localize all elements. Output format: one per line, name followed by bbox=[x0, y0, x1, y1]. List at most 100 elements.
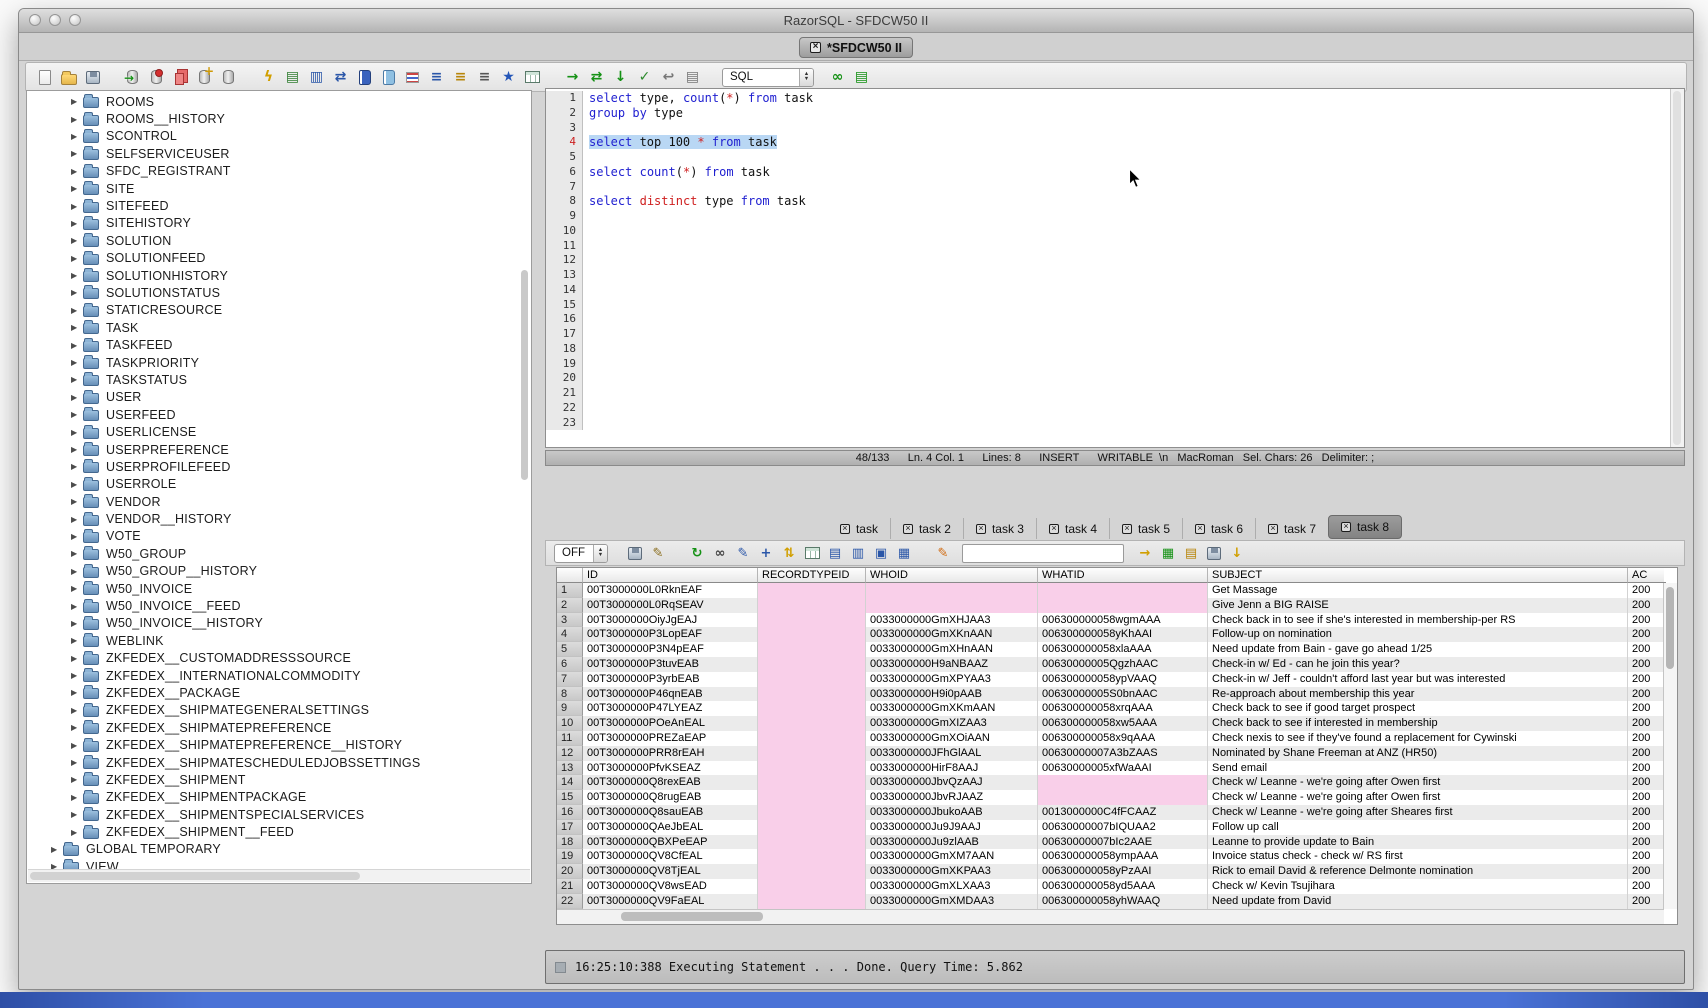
cell-ac[interactable]: 200 bbox=[1628, 642, 1666, 657]
editor-line[interactable]: 20 bbox=[546, 371, 1671, 386]
cell-recordtypeid[interactable] bbox=[758, 672, 866, 687]
cell-subject[interactable]: Check w/ Leanne - we're going after Owen… bbox=[1208, 790, 1628, 805]
cell-whatid[interactable] bbox=[1038, 775, 1208, 790]
cell-recordtypeid[interactable] bbox=[758, 627, 866, 642]
cell-recordtypeid[interactable] bbox=[758, 613, 866, 628]
cell-whoid[interactable]: 0033000000H9aNBAAZ bbox=[866, 657, 1038, 672]
tree-item[interactable]: ▶VOTE bbox=[27, 528, 519, 545]
cell-recordtypeid[interactable] bbox=[758, 687, 866, 702]
column-header-id[interactable]: ID bbox=[583, 568, 758, 583]
tree-item[interactable]: ▶SOLUTION bbox=[27, 232, 519, 249]
expand-triangle-icon[interactable]: ▶ bbox=[71, 236, 83, 245]
table-row[interactable]: 2000T3000000QV8TjEAL0033000000GmXKPAA300… bbox=[557, 864, 1664, 879]
cell-recordtypeid[interactable] bbox=[758, 879, 866, 894]
table-refresh-icon[interactable] bbox=[802, 543, 822, 563]
cell-recordtypeid[interactable] bbox=[758, 790, 866, 805]
edit-log-icon[interactable]: ▤ bbox=[682, 66, 703, 88]
expand-triangle-icon[interactable]: ▶ bbox=[71, 306, 83, 315]
cell-whatid[interactable]: 00630000007A3bZAAS bbox=[1038, 746, 1208, 761]
expand-triangle-icon[interactable]: ▶ bbox=[71, 758, 83, 767]
expand-triangle-icon[interactable]: ▶ bbox=[71, 428, 83, 437]
cell-ac[interactable]: 200 bbox=[1628, 746, 1666, 761]
cell-whoid[interactable]: 0033000000Ju9J9AAJ bbox=[866, 820, 1038, 835]
cell-id[interactable]: 00T3000000P3yrbEAB bbox=[583, 672, 758, 687]
cell-whoid[interactable]: 0033000000GmXMDAA3 bbox=[866, 894, 1038, 909]
cell-subject[interactable]: Need update from David bbox=[1208, 894, 1628, 909]
cell-whoid[interactable]: 0033000000GmXHnAAN bbox=[866, 642, 1038, 657]
table-copy-icon[interactable]: ▦ bbox=[894, 543, 914, 563]
expand-triangle-icon[interactable]: ▶ bbox=[71, 132, 83, 141]
expand-triangle-icon[interactable]: ▶ bbox=[71, 288, 83, 297]
close-tab-icon[interactable] bbox=[1195, 524, 1205, 534]
cell-subject[interactable]: Rick to email David & reference Delmonte… bbox=[1208, 864, 1628, 879]
edit-cell-icon[interactable]: ✎ bbox=[733, 543, 753, 563]
cell-whatid[interactable]: 00630000007bIc2AAE bbox=[1038, 835, 1208, 850]
expand-triangle-icon[interactable]: ▶ bbox=[71, 97, 83, 106]
tree-item[interactable]: ▶SOLUTIONFEED bbox=[27, 250, 519, 267]
execute-go-icon[interactable]: → bbox=[562, 66, 583, 88]
cell-whatid[interactable]: 00630000005xfWaAAI bbox=[1038, 761, 1208, 776]
cell-whoid[interactable]: 0033000000GmXPYAA3 bbox=[866, 672, 1038, 687]
result-tab-task-8[interactable]: task 8 bbox=[1328, 515, 1402, 539]
cell-whoid[interactable]: 0033000000JFhGlAAL bbox=[866, 746, 1038, 761]
cell-ac[interactable]: 200 bbox=[1628, 805, 1666, 820]
export-document-icon[interactable]: ▥ bbox=[306, 66, 327, 88]
highlight-pen-icon[interactable]: ✎ bbox=[933, 543, 953, 563]
editor-line[interactable]: 11 bbox=[546, 239, 1671, 254]
tree-item[interactable]: ▶VENDOR__HISTORY bbox=[27, 510, 519, 527]
cell-ac[interactable]: 200 bbox=[1628, 790, 1666, 805]
cell-id[interactable]: 00T3000000P3N4pEAF bbox=[583, 642, 758, 657]
table-row[interactable]: 300T3000000OiyJgEAJ0033000000GmXHJAA3006… bbox=[557, 613, 1664, 628]
cell-recordtypeid[interactable] bbox=[758, 894, 866, 909]
table-row[interactable]: 1100T3000000PREZaEAP0033000000GmXOiAAN00… bbox=[557, 731, 1664, 746]
tree-item[interactable]: ▶USER bbox=[27, 389, 519, 406]
table-row[interactable]: 500T3000000P3N4pEAF0033000000GmXHnAAN006… bbox=[557, 642, 1664, 657]
cell-recordtypeid[interactable] bbox=[758, 820, 866, 835]
editor-line[interactable]: 18 bbox=[546, 342, 1671, 357]
cell-whoid[interactable]: 0033000000HirF8AAJ bbox=[866, 761, 1038, 776]
cell-ac[interactable]: 200 bbox=[1628, 627, 1666, 642]
cell-whatid[interactable] bbox=[1038, 790, 1208, 805]
table-row[interactable]: 2200T3000000QV9FaEAL0033000000GmXMDAA300… bbox=[557, 894, 1664, 909]
cell-subject[interactable]: Get Massage bbox=[1208, 583, 1628, 598]
expand-triangle-icon[interactable]: ▶ bbox=[71, 341, 83, 350]
cell-ac[interactable]: 200 bbox=[1628, 820, 1666, 835]
cell-whatid[interactable]: 00630000005S0bnAAC bbox=[1038, 687, 1208, 702]
cell-id[interactable]: 00T3000000L0RknEAF bbox=[583, 583, 758, 598]
expand-triangle-icon[interactable]: ▶ bbox=[71, 149, 83, 158]
cell-subject[interactable]: Re-approach about membership this year bbox=[1208, 687, 1628, 702]
sidebar-vertical-scrollbar[interactable] bbox=[519, 92, 530, 869]
tree-item[interactable]: ▶W50_INVOICE__HISTORY bbox=[27, 615, 519, 632]
cell-id[interactable]: 00T3000000OiyJgEAJ bbox=[583, 613, 758, 628]
tree-item[interactable]: ▶ROOMS__HISTORY bbox=[27, 110, 519, 127]
tree-item[interactable]: ▶ZKFEDEX__SHIPMATEGENERALSETTINGS bbox=[27, 702, 519, 719]
tree-item[interactable]: ▶ZKFEDEX__SHIPMENTSPECIALSERVICES bbox=[27, 806, 519, 823]
cell-id[interactable]: 00T3000000PREZaEAP bbox=[583, 731, 758, 746]
editor-line[interactable]: 21 bbox=[546, 386, 1671, 401]
view-glasses-icon[interactable]: ∞ bbox=[710, 543, 730, 563]
cell-recordtypeid[interactable] bbox=[758, 731, 866, 746]
cell-id[interactable]: 00T3000000QV8CfEAL bbox=[583, 849, 758, 864]
cell-subject[interactable]: Check w/ Leanne - we're going after Owen… bbox=[1208, 775, 1628, 790]
cell-id[interactable]: 00T3000000PRR8rEAH bbox=[583, 746, 758, 761]
refresh-results-icon[interactable]: ↻ bbox=[687, 543, 707, 563]
create-object-icon[interactable] bbox=[194, 66, 215, 88]
expand-triangle-icon[interactable]: ▶ bbox=[71, 549, 83, 558]
table-horizontal-scrollbar[interactable] bbox=[557, 909, 1664, 924]
expand-triangle-icon[interactable]: ▶ bbox=[71, 723, 83, 732]
editor-line[interactable]: 12 bbox=[546, 253, 1671, 268]
editor-line[interactable]: 15 bbox=[546, 298, 1671, 313]
max-rows-select[interactable]: OFF bbox=[554, 544, 608, 563]
expand-triangle-icon[interactable]: ▶ bbox=[71, 636, 83, 645]
cell-id[interactable]: 00T3000000L0RqSEAV bbox=[583, 598, 758, 613]
close-tab-icon[interactable] bbox=[976, 524, 986, 534]
database-object-icon[interactable] bbox=[218, 66, 239, 88]
editor-line[interactable]: 8select distinct type from task bbox=[546, 194, 1671, 209]
table-row[interactable]: 1700T3000000QAeJbEAL0033000000Ju9J9AAJ00… bbox=[557, 820, 1664, 835]
editor-line[interactable]: 3 bbox=[546, 121, 1671, 136]
connections-icon[interactable]: ∞ bbox=[827, 66, 848, 88]
tree-item[interactable]: ▶USERFEED bbox=[27, 406, 519, 423]
result-tab-task-7[interactable]: task 7 bbox=[1255, 518, 1328, 539]
cell-whatid[interactable] bbox=[1038, 598, 1208, 613]
cell-whatid[interactable]: 0013000000C4fFCAAZ bbox=[1038, 805, 1208, 820]
